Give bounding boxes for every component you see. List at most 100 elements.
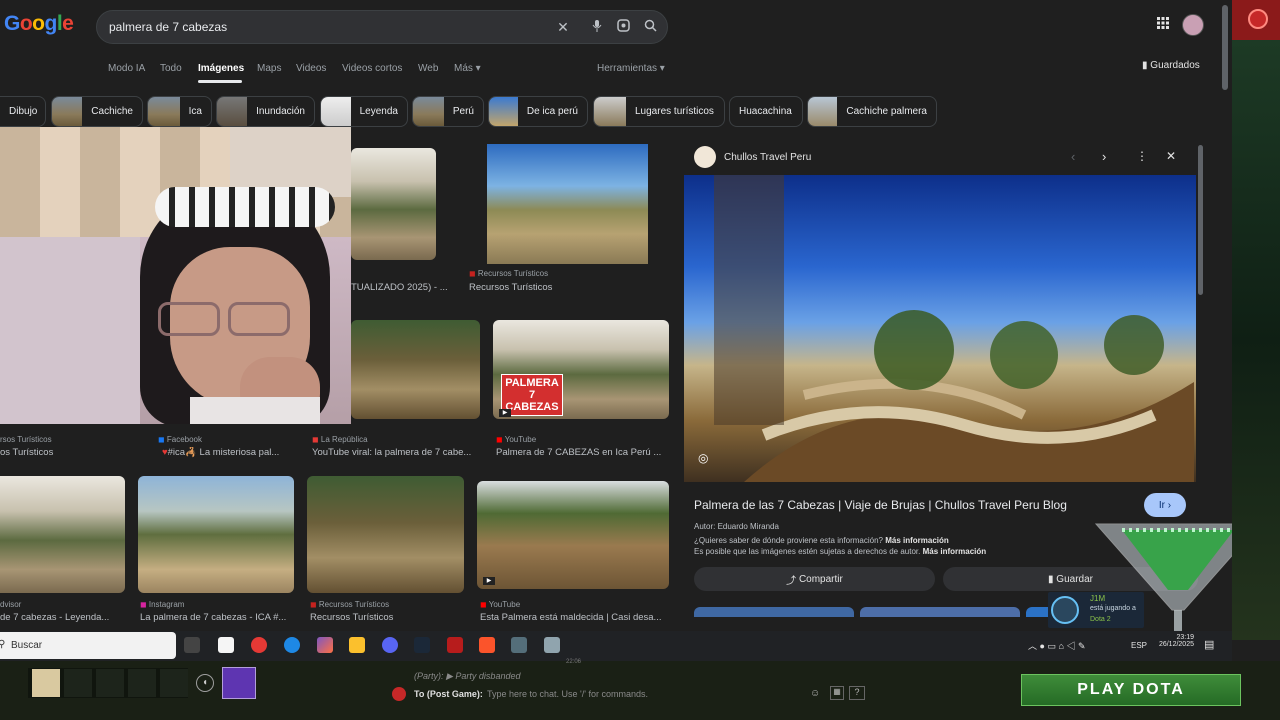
panel-site-name[interactable]: Chullos Travel Peru — [724, 152, 811, 163]
tab-imagenes[interactable]: Imágenes — [198, 63, 244, 74]
result-title[interactable]: Recursos Turísticos — [469, 282, 649, 293]
search-input[interactable]: palmera de 7 cabezas — [109, 20, 227, 34]
page-scrollbar[interactable] — [1222, 5, 1228, 90]
result-source[interactable]: ◼ Instagram — [140, 600, 184, 609]
result-source[interactable]: ◼ YouTube — [480, 600, 520, 609]
display-icon[interactable]: ▭ — [1047, 641, 1056, 651]
volume-icon[interactable]: ◁ — [1066, 641, 1075, 651]
result-title[interactable]: de 7 cabezas - Leyenda... — [0, 612, 124, 623]
microphone-icon[interactable]: ● — [1040, 641, 1045, 651]
task-view-icon[interactable] — [184, 637, 200, 653]
chip-cachiche-palmera[interactable]: Cachiche palmera — [807, 96, 937, 127]
search-icon[interactable] — [642, 19, 658, 35]
chip-ica[interactable]: Ica — [147, 96, 212, 127]
share-button[interactable]: ⤴ Compartir — [694, 567, 935, 591]
emoji-icon[interactable]: ☺ — [810, 688, 820, 699]
result-image[interactable] — [487, 144, 648, 264]
discord-icon[interactable] — [382, 637, 398, 653]
microphone-icon[interactable] — [589, 19, 605, 35]
tab-mas[interactable]: Más ▾ — [454, 63, 481, 74]
result-image[interactable]: ▶ — [477, 481, 669, 589]
more-options-icon[interactable]: ⋮ — [1136, 149, 1148, 163]
clock[interactable]: 23:19 26/12/2025 — [1152, 634, 1194, 648]
chat-input[interactable]: Type here to chat. Use '/' for commands. — [487, 689, 648, 699]
result-title[interactable]: YouTube viral: la palmera de 7 cabe... — [312, 447, 476, 458]
tools-button[interactable]: Herramientas ▾ — [597, 63, 665, 74]
site-logo[interactable] — [694, 146, 716, 168]
result-image[interactable] — [307, 476, 464, 593]
result-title[interactable]: Recursos Turísticos — [310, 612, 464, 623]
party-slot[interactable] — [96, 669, 124, 697]
result-source[interactable]: dvisor — [0, 600, 21, 609]
brave-icon[interactable] — [479, 637, 495, 653]
keyboard-language[interactable]: ESP — [1131, 641, 1147, 650]
chip-dibujo[interactable]: Dibujo — [0, 96, 46, 127]
party-slot[interactable] — [64, 669, 92, 697]
related-image[interactable] — [860, 607, 1020, 617]
system-tray[interactable]: ︿ ● ▭ ⌂ ◁ ✎ — [1028, 639, 1086, 652]
chat-wheel-icon[interactable]: ▦ — [830, 686, 844, 700]
go-button[interactable]: Ir › — [1144, 493, 1186, 517]
steam-notification[interactable]: J1M está jugando a Dota 2 — [1048, 592, 1144, 628]
result-source[interactable]: rsos Turísticos — [0, 435, 52, 444]
chip-cachiche[interactable]: Cachiche — [51, 96, 143, 127]
tab-modo-ia[interactable]: Modo IA — [108, 63, 145, 74]
folder-icon[interactable] — [349, 637, 365, 653]
result-image[interactable] — [351, 148, 436, 260]
result-image[interactable] — [351, 320, 480, 419]
dota-icon[interactable] — [447, 637, 463, 653]
rights-more-link[interactable]: Más información — [923, 547, 987, 556]
next-arrow-icon[interactable]: › — [1102, 149, 1106, 164]
lens-icon[interactable] — [615, 19, 631, 35]
play-dota-button[interactable]: PLAY DOTA — [1021, 674, 1241, 706]
lens-icon[interactable]: ◎ — [698, 451, 714, 467]
party-slot[interactable] — [160, 669, 188, 697]
result-source[interactable]: ◼ Facebook — [158, 435, 202, 444]
info-more-link[interactable]: Más información — [885, 536, 949, 545]
tab-videos[interactable]: Videos — [296, 63, 326, 74]
close-icon[interactable]: ✕ — [1166, 149, 1176, 163]
result-title[interactable]: Palmera de 7 CABEZAS en Ica Perú ... — [496, 447, 666, 458]
pen-icon[interactable]: ✎ — [1078, 641, 1086, 651]
calculator-icon[interactable] — [544, 637, 560, 653]
result-source[interactable]: ◼ YouTube — [496, 435, 536, 444]
result-title[interactable]: TUALIZADO 2025) - ... — [351, 282, 451, 293]
chip-huacachina[interactable]: Huacachina — [729, 96, 803, 127]
chevron-up-icon[interactable]: ︿ — [1028, 641, 1037, 651]
apps-grid-icon[interactable] — [1157, 16, 1169, 34]
result-title[interactable]: La palmera de 7 cabezas - ICA #... — [140, 612, 294, 623]
result-source[interactable]: ◼ Recursos Turísticos — [310, 600, 389, 609]
copilot-icon[interactable] — [317, 637, 333, 653]
tab-todo[interactable]: Todo — [160, 63, 182, 74]
result-source[interactable]: ◼ Recursos Turísticos — [469, 269, 548, 278]
store-icon[interactable] — [218, 637, 234, 653]
account-avatar[interactable] — [1182, 14, 1204, 36]
taskbar-search[interactable]: ⚲ Buscar — [0, 632, 176, 659]
google-logo[interactable]: Google — [4, 12, 74, 36]
result-title[interactable]: os Turísticos — [0, 447, 140, 458]
chip-de-ica-peru[interactable]: De ica perú — [488, 96, 588, 127]
tab-web[interactable]: Web — [418, 63, 438, 74]
tab-videos-cortos[interactable]: Videos cortos — [342, 63, 402, 74]
result-title[interactable]: ♥#ica🦂 La misteriosa pal... — [162, 447, 292, 458]
avatar[interactable] — [32, 669, 60, 697]
chat-channel-icon[interactable] — [392, 687, 406, 701]
help-button[interactable]: ? — [849, 686, 865, 700]
edge-icon[interactable] — [284, 637, 300, 653]
saved-button[interactable]: ▮ Guardados — [1142, 60, 1200, 71]
result-image[interactable] — [0, 476, 125, 593]
tab-maps[interactable]: Maps — [257, 63, 281, 74]
chip-peru[interactable]: Perú — [412, 96, 484, 127]
panel-title[interactable]: Palmera de las 7 Cabezas | Viaje de Bruj… — [694, 498, 1134, 512]
result-image[interactable] — [138, 476, 294, 593]
panel-main-image[interactable]: ◎ — [684, 175, 1196, 482]
notification-icon[interactable]: ▤ — [1204, 638, 1214, 651]
search-box[interactable]: palmera de 7 cabezas ✕ — [96, 10, 668, 44]
opera-gx-icon[interactable] — [251, 637, 267, 653]
prev-arrow-icon[interactable]: ‹ — [1071, 149, 1075, 164]
headset-icon[interactable]: ◖ — [196, 674, 214, 692]
clear-icon[interactable]: ✕ — [555, 19, 571, 35]
power-icon[interactable] — [1248, 9, 1268, 29]
wifi-icon[interactable]: ⌂ — [1059, 641, 1064, 651]
party-slot[interactable] — [128, 669, 156, 697]
